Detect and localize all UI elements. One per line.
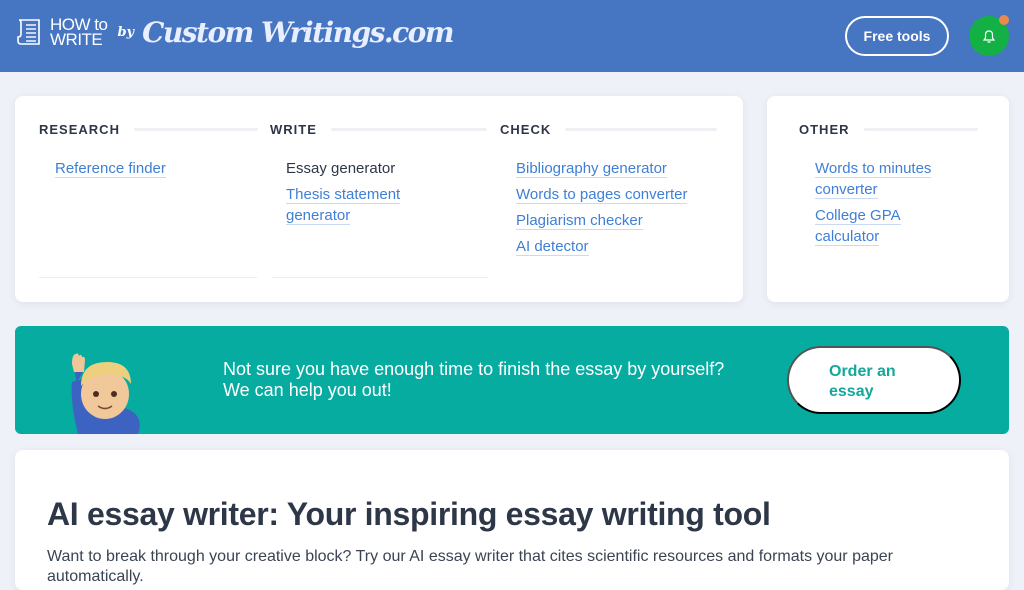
bell-icon (983, 29, 995, 43)
heading-rule (565, 128, 718, 131)
main-content-card: AI essay writer: Your inspiring essay wr… (15, 450, 1009, 590)
column-divider (39, 277, 257, 278)
tool-link-words-to-pages[interactable]: Words to pages converter (516, 186, 688, 204)
list-item: Plagiarism checker (516, 210, 687, 231)
page-title: AI essay writer: Your inspiring essay wr… (47, 496, 771, 532)
banner-message: Not sure you have enough time to finish … (223, 359, 724, 401)
heading-rule (330, 128, 487, 131)
list-item: Words to minutes converter (815, 158, 965, 200)
logo-by: by (117, 24, 135, 40)
banner-line-1: Not sure you have enough time to finish … (223, 359, 725, 379)
heading-check: CHECK (500, 122, 552, 137)
waving-person-icon (71, 353, 140, 434)
tool-link-plagiarism-checker[interactable]: Plagiarism checker (516, 212, 643, 230)
tool-link-college-gpa-calculator[interactable]: College GPA calculator (815, 207, 901, 246)
heading-research: RESEARCH (39, 122, 120, 137)
tool-list: Words to minutes converter College GPA c… (815, 158, 965, 252)
list-item: Bibliography generator (516, 158, 687, 179)
page-description: Want to break through your creative bloc… (47, 548, 893, 585)
tool-link-reference-finder[interactable]: Reference finder (55, 160, 166, 178)
column-heading: OTHER (799, 122, 978, 137)
order-essay-banner: Not sure you have enough time to finish … (15, 326, 1009, 434)
list-item: Thesis statement generator (286, 184, 466, 226)
notifications-button[interactable] (969, 15, 1009, 56)
tool-list: Bibliography generator Words to pages co… (516, 158, 688, 262)
tool-link-ai-detector[interactable]: AI detector (516, 238, 589, 256)
other-tools-card: OTHER Words to minutes converter College… (767, 96, 1009, 302)
book-icon (17, 19, 40, 45)
banner-line-2: We can help you out! (223, 380, 392, 400)
heading-write: WRITE (270, 122, 317, 137)
tool-link-thesis-statement-generator[interactable]: Thesis statement generator (286, 186, 401, 225)
list-item: Reference finder (55, 158, 166, 179)
tool-link-bibliography-generator[interactable]: Bibliography generator (516, 160, 667, 178)
column-heading: WRITE (270, 122, 487, 137)
order-essay-button[interactable]: Order an essay (787, 346, 961, 414)
site-header: HOW to WRITE by Custom Writings.com Free… (0, 0, 1024, 72)
tool-link-words-to-minutes[interactable]: Words to minutes converter (815, 160, 932, 199)
column-heading: CHECK (500, 122, 718, 137)
heading-other: OTHER (799, 122, 850, 137)
site-logo[interactable]: HOW to WRITE by Custom Writings.com (16, 14, 454, 50)
heading-rule (133, 128, 258, 131)
list-item: AI detector (516, 236, 687, 257)
column-heading: RESEARCH (39, 122, 258, 137)
notification-dot (999, 15, 1009, 25)
heading-rule (863, 128, 978, 131)
logo-line-2: WRITE (50, 30, 103, 49)
tool-list: Essay generator Thesis statement generat… (286, 158, 466, 231)
column-divider (272, 277, 488, 278)
list-item: Words to pages converter (516, 184, 688, 205)
tools-menu-card: RESEARCH Reference finder WRITE Essay ge… (15, 96, 743, 302)
tool-list: Reference finder (55, 158, 166, 184)
list-item: Essay generator (286, 158, 466, 179)
logo-howto-text: HOW to WRITE (50, 16, 108, 49)
logo-brand: Custom Writings.com (142, 15, 454, 49)
list-item: College GPA calculator (815, 205, 965, 247)
free-tools-button[interactable]: Free tools (845, 16, 949, 56)
tool-current-essay-generator: Essay generator (286, 160, 396, 177)
